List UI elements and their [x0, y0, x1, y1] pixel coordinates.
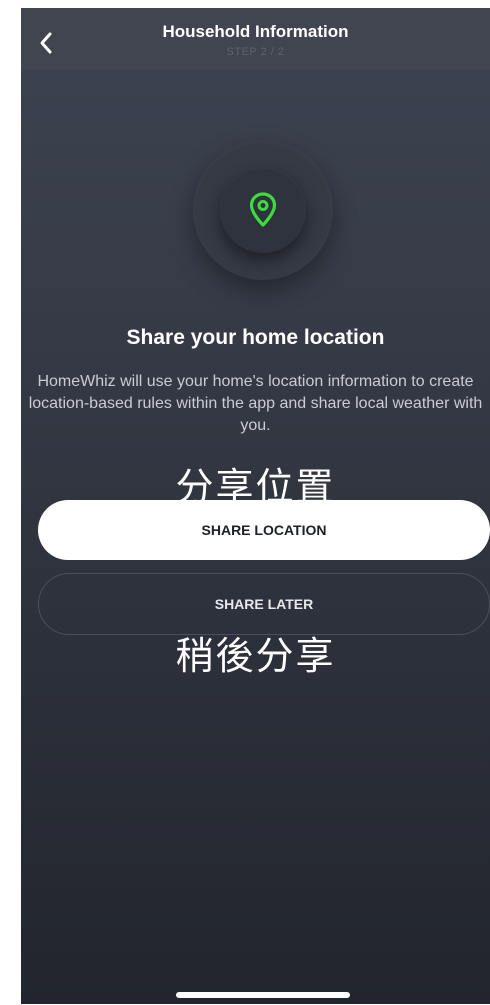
header: Household Information STEP 2 / 2 — [21, 8, 490, 70]
location-pin-icon — [249, 192, 277, 227]
content-description: HomeWhiz will use your home's location i… — [28, 373, 483, 434]
content-heading: Share your home location — [126, 326, 385, 349]
share-location-annotation: 分享位置 — [175, 465, 336, 509]
step-indicator: STEP 2 / 2 — [226, 46, 285, 58]
share-later-annotation: 稍後分享 — [175, 634, 336, 678]
page-title: Household Information — [162, 22, 349, 41]
phone-screen: Household Information STEP 2 / 2 Share y… — [21, 8, 490, 1004]
home-indicator[interactable] — [176, 992, 350, 998]
location-icon-container — [220, 167, 306, 253]
